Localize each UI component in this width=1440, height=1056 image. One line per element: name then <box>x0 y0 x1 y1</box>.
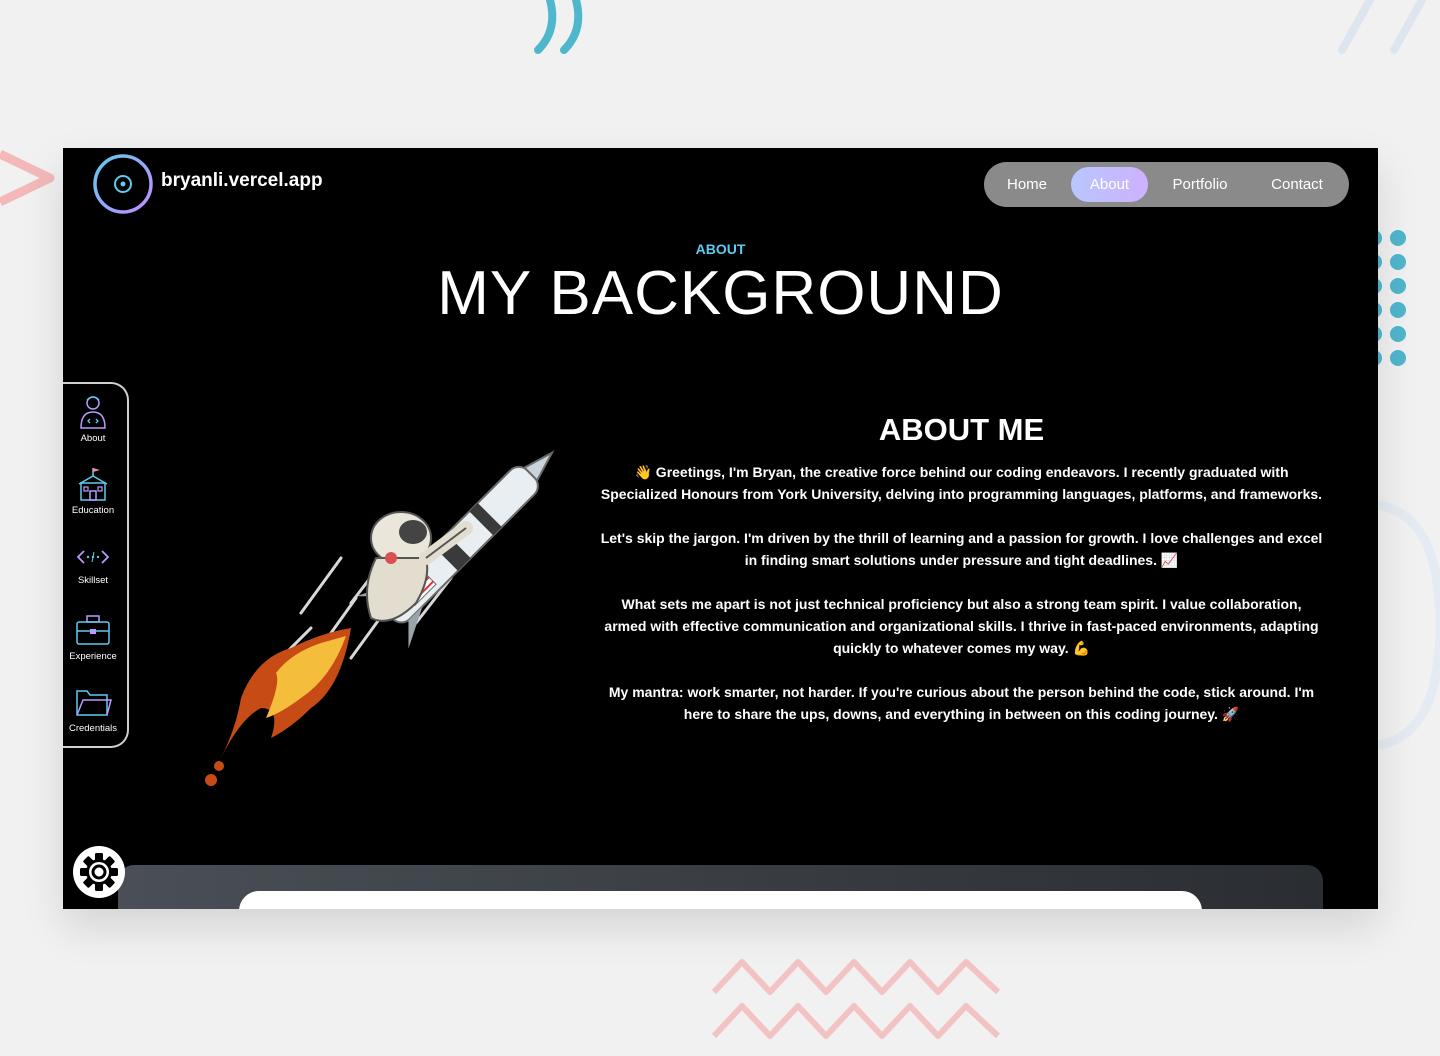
nav-portfolio[interactable]: Portfolio <box>1158 167 1242 202</box>
nav-about[interactable]: About <box>1071 167 1148 202</box>
about-paragraph: Let's skip the jargon. I'm driven by the… <box>600 530 1323 568</box>
light-slash-deco <box>1338 0 1426 54</box>
side-nav-label: Credentials <box>68 723 118 734</box>
pink-chevron-deco <box>0 149 55 207</box>
side-nav-credentials[interactable]: Credentials <box>63 684 127 734</box>
teal-dots-deco <box>1378 230 1406 366</box>
nav-home[interactable]: Home <box>992 167 1062 202</box>
about-body: 👋 Greetings, I'm Bryan, the creative for… <box>600 461 1323 747</box>
side-nav-label: Education <box>71 505 115 516</box>
target-circle-icon[interactable] <box>92 153 154 215</box>
about-paragraph: What sets me apart is not just technical… <box>604 596 1319 656</box>
next-section-card <box>239 891 1202 909</box>
astronaut-rocket-illustration <box>205 450 555 786</box>
about-paragraph: 👋 Greetings, I'm Bryan, the creative for… <box>600 464 1323 502</box>
page-title: MY BACKGROUND <box>437 259 1004 328</box>
side-nav-label: Experience <box>69 651 117 662</box>
about-paragraph: My mantra: work smarter, not harder. If … <box>608 684 1315 722</box>
teal-quote-deco <box>534 0 583 54</box>
briefcase-icon <box>76 615 110 645</box>
side-nav-label: About <box>80 433 106 444</box>
side-nav-skillset[interactable]: Skillset <box>63 542 127 586</box>
side-nav: About Education Skillset Experience Cred… <box>63 382 129 748</box>
top-nav: Home About Portfolio Contact <box>984 162 1349 207</box>
side-nav-label: Skillset <box>77 575 109 586</box>
code-icon <box>76 550 110 564</box>
side-nav-about[interactable]: About <box>63 394 127 444</box>
school-icon <box>78 468 108 501</box>
site-brand[interactable]: bryanli.vercel.app <box>161 170 323 192</box>
section-eyebrow: ABOUT <box>695 241 746 257</box>
pink-zigzag-deco <box>711 959 1001 1039</box>
folder-icon <box>76 690 112 716</box>
developer-icon <box>80 396 106 429</box>
about-heading: ABOUT ME <box>878 412 1045 447</box>
browser-viewport: bryanli.vercel.app Home About Portfolio … <box>63 148 1378 909</box>
settings-button[interactable] <box>73 846 125 898</box>
side-nav-experience[interactable]: Experience <box>63 612 127 662</box>
nav-contact[interactable]: Contact <box>1254 167 1340 202</box>
gear-icon <box>80 853 118 891</box>
light-arc-deco <box>1378 500 1440 750</box>
side-nav-education[interactable]: Education <box>63 466 127 516</box>
